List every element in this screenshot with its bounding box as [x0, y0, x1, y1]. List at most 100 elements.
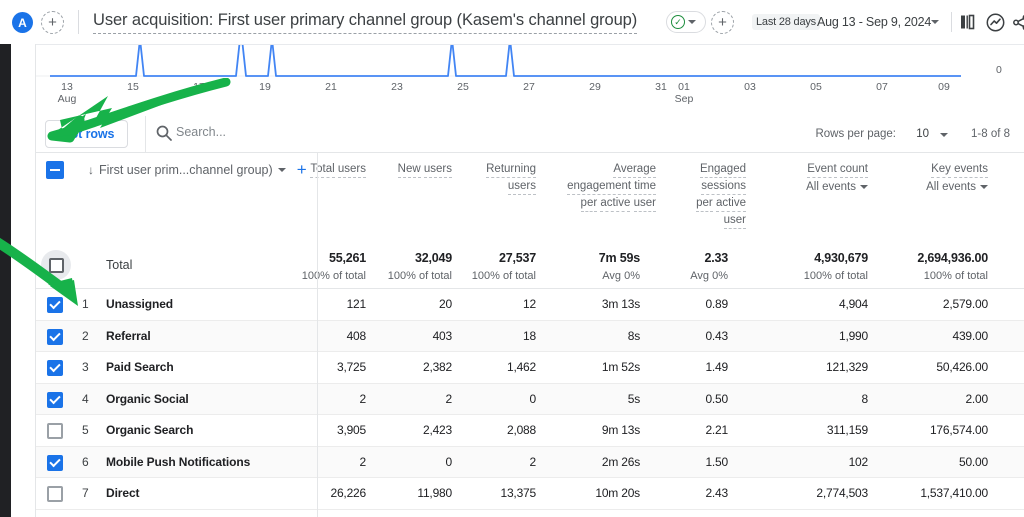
x-axis-tick: 03: [744, 81, 756, 93]
insights-icon[interactable]: [986, 13, 1005, 37]
table-cell: 121,329: [826, 360, 868, 374]
table-row[interactable]: 3 Paid Search 3,725 2,382 1,462 1m 52s 1.49 121…: [36, 352, 1024, 384]
row-checkbox[interactable]: [47, 486, 63, 502]
row-dimension-value[interactable]: Organic Search: [106, 423, 193, 437]
table-cell: 2.21: [705, 423, 728, 437]
total-cell: 2,694,936.00 100% of total: [917, 251, 988, 282]
x-axis-tick: 07: [876, 81, 888, 93]
table-cell: 102: [848, 454, 869, 469]
table-row[interactable]: 5 Organic Search 3,905 2,423 2,088 9m 13s 2.21…: [36, 415, 1024, 447]
date-chevron-down-icon[interactable]: [931, 20, 939, 24]
table-cell: 12: [523, 297, 536, 311]
column-header[interactable]: Total users: [306, 161, 366, 178]
x-axis-tick: 23: [391, 81, 403, 93]
table-row[interactable]: 4 Organic Social 2 2 0 5s 0.50 8 2.00: [36, 383, 1024, 415]
trend-chart[interactable]: 0 13 Aug 15 17 19 21 23 25 27 29 31 01 Sep 03 05 07 09: [36, 44, 1024, 114]
x-axis-tick: 25: [457, 81, 469, 93]
table-cell: 1,537,410.00: [920, 486, 988, 500]
table-cell: 439.00: [952, 328, 988, 343]
row-checkbox[interactable]: [47, 328, 63, 345]
total-row-checkbox-halo[interactable]: [41, 250, 71, 280]
row-dimension-value[interactable]: Paid Search: [106, 360, 174, 374]
x-axis-tick: 19: [259, 81, 271, 93]
rows-per-page-label: Rows per page:: [815, 128, 896, 140]
search-input[interactable]: [176, 125, 376, 139]
table-header-row: ↓ First user prim...channel group) + Tot…: [36, 153, 1024, 241]
row-dimension-value[interactable]: Unassigned: [106, 297, 173, 311]
row-index: 7: [82, 486, 89, 500]
column-header[interactable]: Key events All events: [896, 161, 988, 195]
table-cell: 4,904: [838, 297, 868, 311]
row-dimension-value[interactable]: Direct: [106, 486, 140, 500]
chevron-down-icon[interactable]: [860, 185, 868, 189]
pagination-range-label: 1-8 of 8: [971, 128, 1010, 140]
table-cell: 13,375: [500, 486, 536, 500]
column-header[interactable]: Event count All events: [776, 161, 868, 195]
date-range-label[interactable]: Aug 13 - Sep 9, 2024: [817, 15, 931, 29]
row-dimension-value[interactable]: Referral: [106, 329, 151, 343]
table-row[interactable]: 1 Unassigned 121 20 12 3m 13s 0.89 4,904 2,579.0…: [36, 289, 1024, 321]
table-cell: 18: [523, 328, 536, 343]
toolbar-divider: [145, 116, 146, 152]
dimension-metric-divider: [317, 153, 318, 517]
table-cell: 2,579.00: [942, 297, 988, 311]
avatar[interactable]: A: [12, 12, 33, 33]
rows-per-page-value[interactable]: 10: [916, 128, 929, 140]
column-header[interactable]: Engaged sessions per active user: [688, 161, 746, 229]
x-axis-tick: 05: [810, 81, 822, 93]
column-header-sub[interactable]: All events: [776, 179, 868, 195]
verified-status-chip[interactable]: ✓: [666, 11, 706, 33]
plot-rows-button[interactable]: Plot rows: [45, 120, 129, 148]
report-table: ↓ First user prim...channel group) + Tot…: [36, 152, 1024, 517]
total-cell: 2.33 Avg 0%: [690, 251, 728, 282]
add-comparison-icon[interactable]: +: [711, 11, 734, 34]
chevron-down-icon: [688, 20, 696, 24]
column-header-sub[interactable]: All events: [896, 179, 988, 195]
table-toolbar: Plot rows Rows per page: 10 1-8 of 8: [36, 116, 1024, 152]
header-divider: [78, 10, 79, 34]
table-row[interactable]: 6 Mobile Push Notifications 2 0 2 2m 26s 1.50 1…: [36, 446, 1024, 478]
column-header[interactable]: Average engagement time per active user: [564, 161, 656, 212]
date-preset-chip[interactable]: Last 28 days: [752, 14, 820, 30]
x-axis-tick: 01 Sep: [674, 81, 694, 105]
x-axis-tick: 27: [523, 81, 535, 93]
row-checkbox[interactable]: [47, 454, 63, 471]
row-dimension-value[interactable]: Organic Social: [106, 392, 189, 406]
table-row[interactable]: 2 Referral 408 403 18 8s 0.43 1,990 439.00: [36, 320, 1024, 352]
row-index: 4: [82, 391, 89, 406]
sort-descending-icon[interactable]: ↓: [88, 163, 94, 177]
page-title[interactable]: User acquisition: First user primary cha…: [93, 11, 637, 34]
row-checkbox[interactable]: [47, 297, 63, 313]
column-header[interactable]: Returning users: [464, 161, 536, 195]
dimension-chevron-down-icon[interactable]: [277, 167, 286, 172]
table-cell: 176,574.00: [929, 423, 988, 437]
dimension-label: First user prim...channel group): [99, 162, 273, 177]
total-row-checkbox[interactable]: [48, 257, 64, 273]
table-cell: 1,990: [838, 328, 868, 343]
table-cell: 8: [861, 391, 869, 406]
search-icon[interactable]: [156, 125, 172, 146]
row-index: 2: [82, 328, 89, 343]
row-checkbox[interactable]: [47, 391, 63, 408]
x-axis-tick: 13 Aug: [57, 81, 77, 105]
row-checkbox[interactable]: [47, 360, 63, 376]
check-circle-icon: ✓: [671, 15, 685, 29]
left-nav-rail: [0, 0, 11, 517]
column-header[interactable]: New users: [392, 161, 452, 178]
select-all-indeterminate-checkbox[interactable]: [46, 161, 64, 179]
x-axis-tick: 17: [193, 81, 205, 93]
rows-per-page-chevron-down-icon[interactable]: [940, 133, 948, 137]
dimension-column-header[interactable]: ↓ First user prim...channel group) +: [88, 161, 307, 178]
row-dimension-value[interactable]: Mobile Push Notifications: [106, 455, 250, 469]
table-cell: 50.00: [958, 454, 988, 469]
row-index: 1: [82, 297, 89, 311]
total-cell: 27,537 100% of total: [471, 251, 536, 282]
total-row-label: Total: [106, 258, 133, 272]
add-segment-icon[interactable]: +: [41, 11, 64, 34]
compare-icon[interactable]: [960, 14, 978, 35]
table-cell: 1.49: [705, 360, 728, 374]
row-checkbox[interactable]: [47, 423, 63, 439]
chevron-down-icon[interactable]: [980, 185, 988, 189]
table-row[interactable]: 7 Direct 26,226 11,980 13,375 10m 20s 2.43 2,77…: [36, 478, 1024, 510]
share-icon[interactable]: [1012, 14, 1024, 36]
